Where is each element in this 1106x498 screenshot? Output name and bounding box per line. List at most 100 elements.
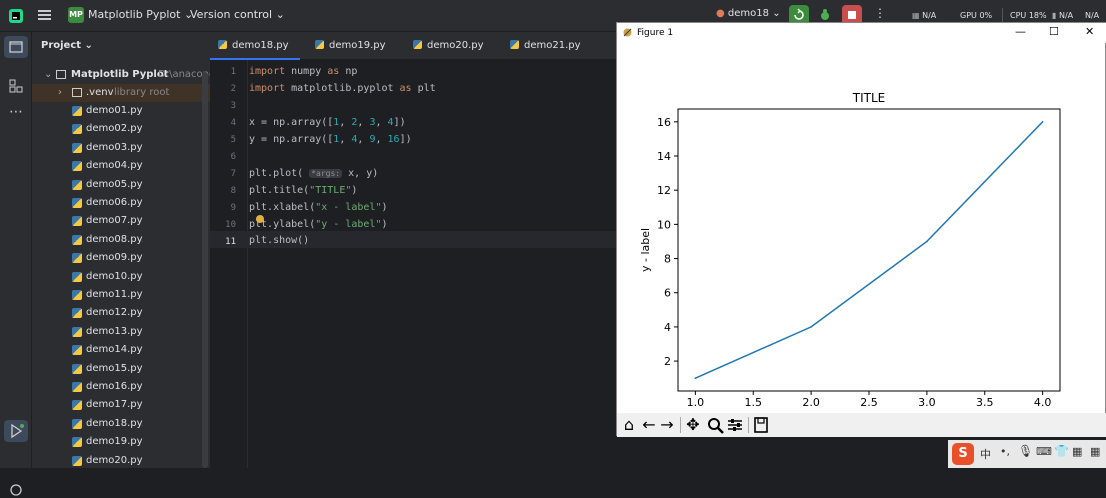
skin-icon[interactable]: 👕	[1054, 444, 1069, 458]
debug-icon[interactable]	[818, 8, 832, 22]
tree-file-item[interactable]: demo07.py	[32, 212, 210, 230]
project-panel-title: Project	[41, 40, 82, 51]
close-button[interactable]: ✕	[1085, 25, 1094, 38]
tree-file-item[interactable]: demo14.py	[32, 341, 210, 359]
y-tick-label: 10	[657, 218, 671, 231]
line-number: 10	[225, 220, 236, 230]
code-line-4: x = np.array([1, 2, 3, 4])	[249, 117, 406, 128]
tree-file-label: demo09.py	[86, 252, 143, 264]
tree-file-item[interactable]: demo03.py	[32, 139, 210, 157]
home-icon[interactable]: ⌂	[619, 415, 639, 435]
python-file-icon	[72, 455, 82, 466]
toolbox-icon[interactable]: ▦	[1072, 445, 1082, 458]
x-tick-label: 2.0	[802, 396, 820, 409]
more-tools-icon[interactable]: ⋯	[9, 104, 23, 120]
venv-note: library root	[114, 87, 170, 98]
run-config-selector[interactable]: ● demo18 ⌄	[716, 8, 781, 19]
tree-file-item[interactable]: demo06.py	[32, 194, 210, 212]
editor-tab-label: demo21.py	[524, 40, 581, 51]
tree-file-item[interactable]: demo17.py	[32, 396, 210, 414]
ime-logo-icon[interactable]: S	[952, 443, 974, 465]
more-actions-icon[interactable]: ⋮	[874, 6, 886, 20]
project-name: Matplotlib Pyplot	[88, 8, 181, 21]
ime-mode[interactable]: 中	[980, 446, 991, 462]
line-number: 9	[230, 203, 236, 213]
tree-file-item[interactable]: demo12.py	[32, 304, 210, 322]
tree-file-item[interactable]: demo10.py	[32, 268, 210, 286]
save-figure-icon[interactable]	[751, 415, 771, 435]
main-menu-icon[interactable]	[38, 8, 52, 22]
tree-venv[interactable]: › .venv library root	[32, 84, 210, 102]
project-panel-header[interactable]: Project ⌄	[41, 40, 93, 51]
tree-file-item[interactable]: demo11.py	[32, 286, 210, 304]
keyboard-icon[interactable]: ⌨	[1036, 445, 1052, 458]
configure-subplots-icon[interactable]	[725, 415, 745, 435]
minimize-button[interactable]: —	[1015, 25, 1026, 38]
tree-file-item[interactable]: demo13.py	[32, 323, 210, 341]
tree-file-item[interactable]: demo15.py	[32, 360, 210, 378]
menu-grid-icon[interactable]: ▦	[1090, 445, 1100, 458]
code-line-9: plt.xlabel("x - label")	[249, 202, 388, 213]
plot-canvas[interactable]: 1.01.52.02.53.03.54.0246810121416TITLEx …	[617, 43, 1105, 413]
tree-scrollbar[interactable]	[202, 72, 208, 468]
python-file-icon	[72, 326, 82, 337]
zoom-icon[interactable]	[705, 415, 725, 435]
x-tick-label: 3.5	[976, 396, 994, 409]
tree-file-item[interactable]: demo01.py	[32, 102, 210, 120]
run-tool-button[interactable]	[4, 420, 28, 442]
tree-file-item[interactable]: demo05.py	[32, 176, 210, 194]
microphone-icon[interactable]: 🎙	[1018, 444, 1033, 458]
tree-root[interactable]: ⌄ Matplotlib Pyplot D:\anacond	[32, 66, 215, 84]
project-tool-button[interactable]	[4, 36, 28, 58]
forward-arrow-icon[interactable]: →	[657, 415, 677, 435]
editor-tab[interactable]: demo19.py	[315, 32, 386, 60]
folder-icon	[9, 41, 23, 53]
pycharm-logo-icon[interactable]	[8, 8, 24, 24]
gpu-label: GPU	[960, 11, 977, 20]
tree-file-item[interactable]: demo19.py	[32, 433, 210, 451]
expand-chevron-icon: ⌄	[44, 69, 53, 80]
python-file-icon	[72, 345, 82, 356]
run-config-name: demo18	[727, 8, 770, 19]
tree-file-item[interactable]: demo20.py	[32, 452, 210, 470]
gutter-divider	[247, 60, 248, 468]
tree-file-item[interactable]: demo02.py	[32, 120, 210, 138]
python-file-icon	[72, 363, 82, 374]
back-arrow-icon[interactable]: ←	[639, 415, 659, 435]
tree-file-item[interactable]: demo08.py	[32, 231, 210, 249]
tree-file-item[interactable]: demo16.py	[32, 378, 210, 396]
line-number: 2	[230, 84, 236, 94]
tree-file-item[interactable]: demo18.py	[32, 415, 210, 433]
data-point	[810, 326, 812, 328]
tree-file-label: demo03.py	[86, 141, 143, 153]
editor-tab-label: demo19.py	[329, 40, 386, 51]
editor-tab[interactable]: demo20.py	[413, 32, 484, 60]
structure-icon[interactable]	[8, 78, 24, 94]
project-panel: Project ⌄ ⌄ Matplotlib Pyplot D:\anacond…	[32, 32, 215, 470]
lightbulb-icon[interactable]	[256, 215, 264, 223]
folder-icon	[72, 88, 82, 97]
tree-file-label: demo06.py	[86, 197, 143, 208]
code-line-2: import matplotlib.pyplot as plt	[249, 83, 436, 94]
project-selector[interactable]: Matplotlib Pyplot ⌄	[88, 8, 193, 21]
python-file-icon	[510, 40, 519, 49]
tree-file-label: demo11.py	[86, 289, 143, 300]
tree-file-item[interactable]: demo09.py	[32, 249, 210, 267]
maximize-button[interactable]: ☐	[1049, 25, 1059, 38]
python-file-icon	[218, 40, 227, 49]
figure-window: Figure 1 — ☐ ✕ 1.0 1.5 2.0 2.5 3.0 3.5 4.0 2 4 6 8…	[616, 22, 1106, 437]
mem-status: ▮ N/A	[1052, 11, 1074, 20]
pan-icon[interactable]: ✥	[683, 415, 703, 435]
python-file-icon	[72, 124, 82, 135]
tree-file-label: demo10.py	[86, 270, 143, 282]
editor-tab[interactable]: demo21.py	[510, 32, 581, 60]
line-number: 6	[230, 152, 236, 162]
vcs-menu[interactable]: Version control ⌄	[190, 8, 285, 21]
line-number: 5	[230, 135, 236, 145]
code-line-7: plt.plot( *args: x, y)	[249, 168, 379, 179]
tree-file-item[interactable]: demo04.py	[32, 157, 210, 175]
editor-tab[interactable]: demo18.py	[210, 32, 300, 60]
code-editor[interactable]	[210, 32, 620, 468]
python-console-icon[interactable]	[8, 482, 24, 498]
punctuation-icon[interactable]: •,	[1000, 445, 1010, 458]
